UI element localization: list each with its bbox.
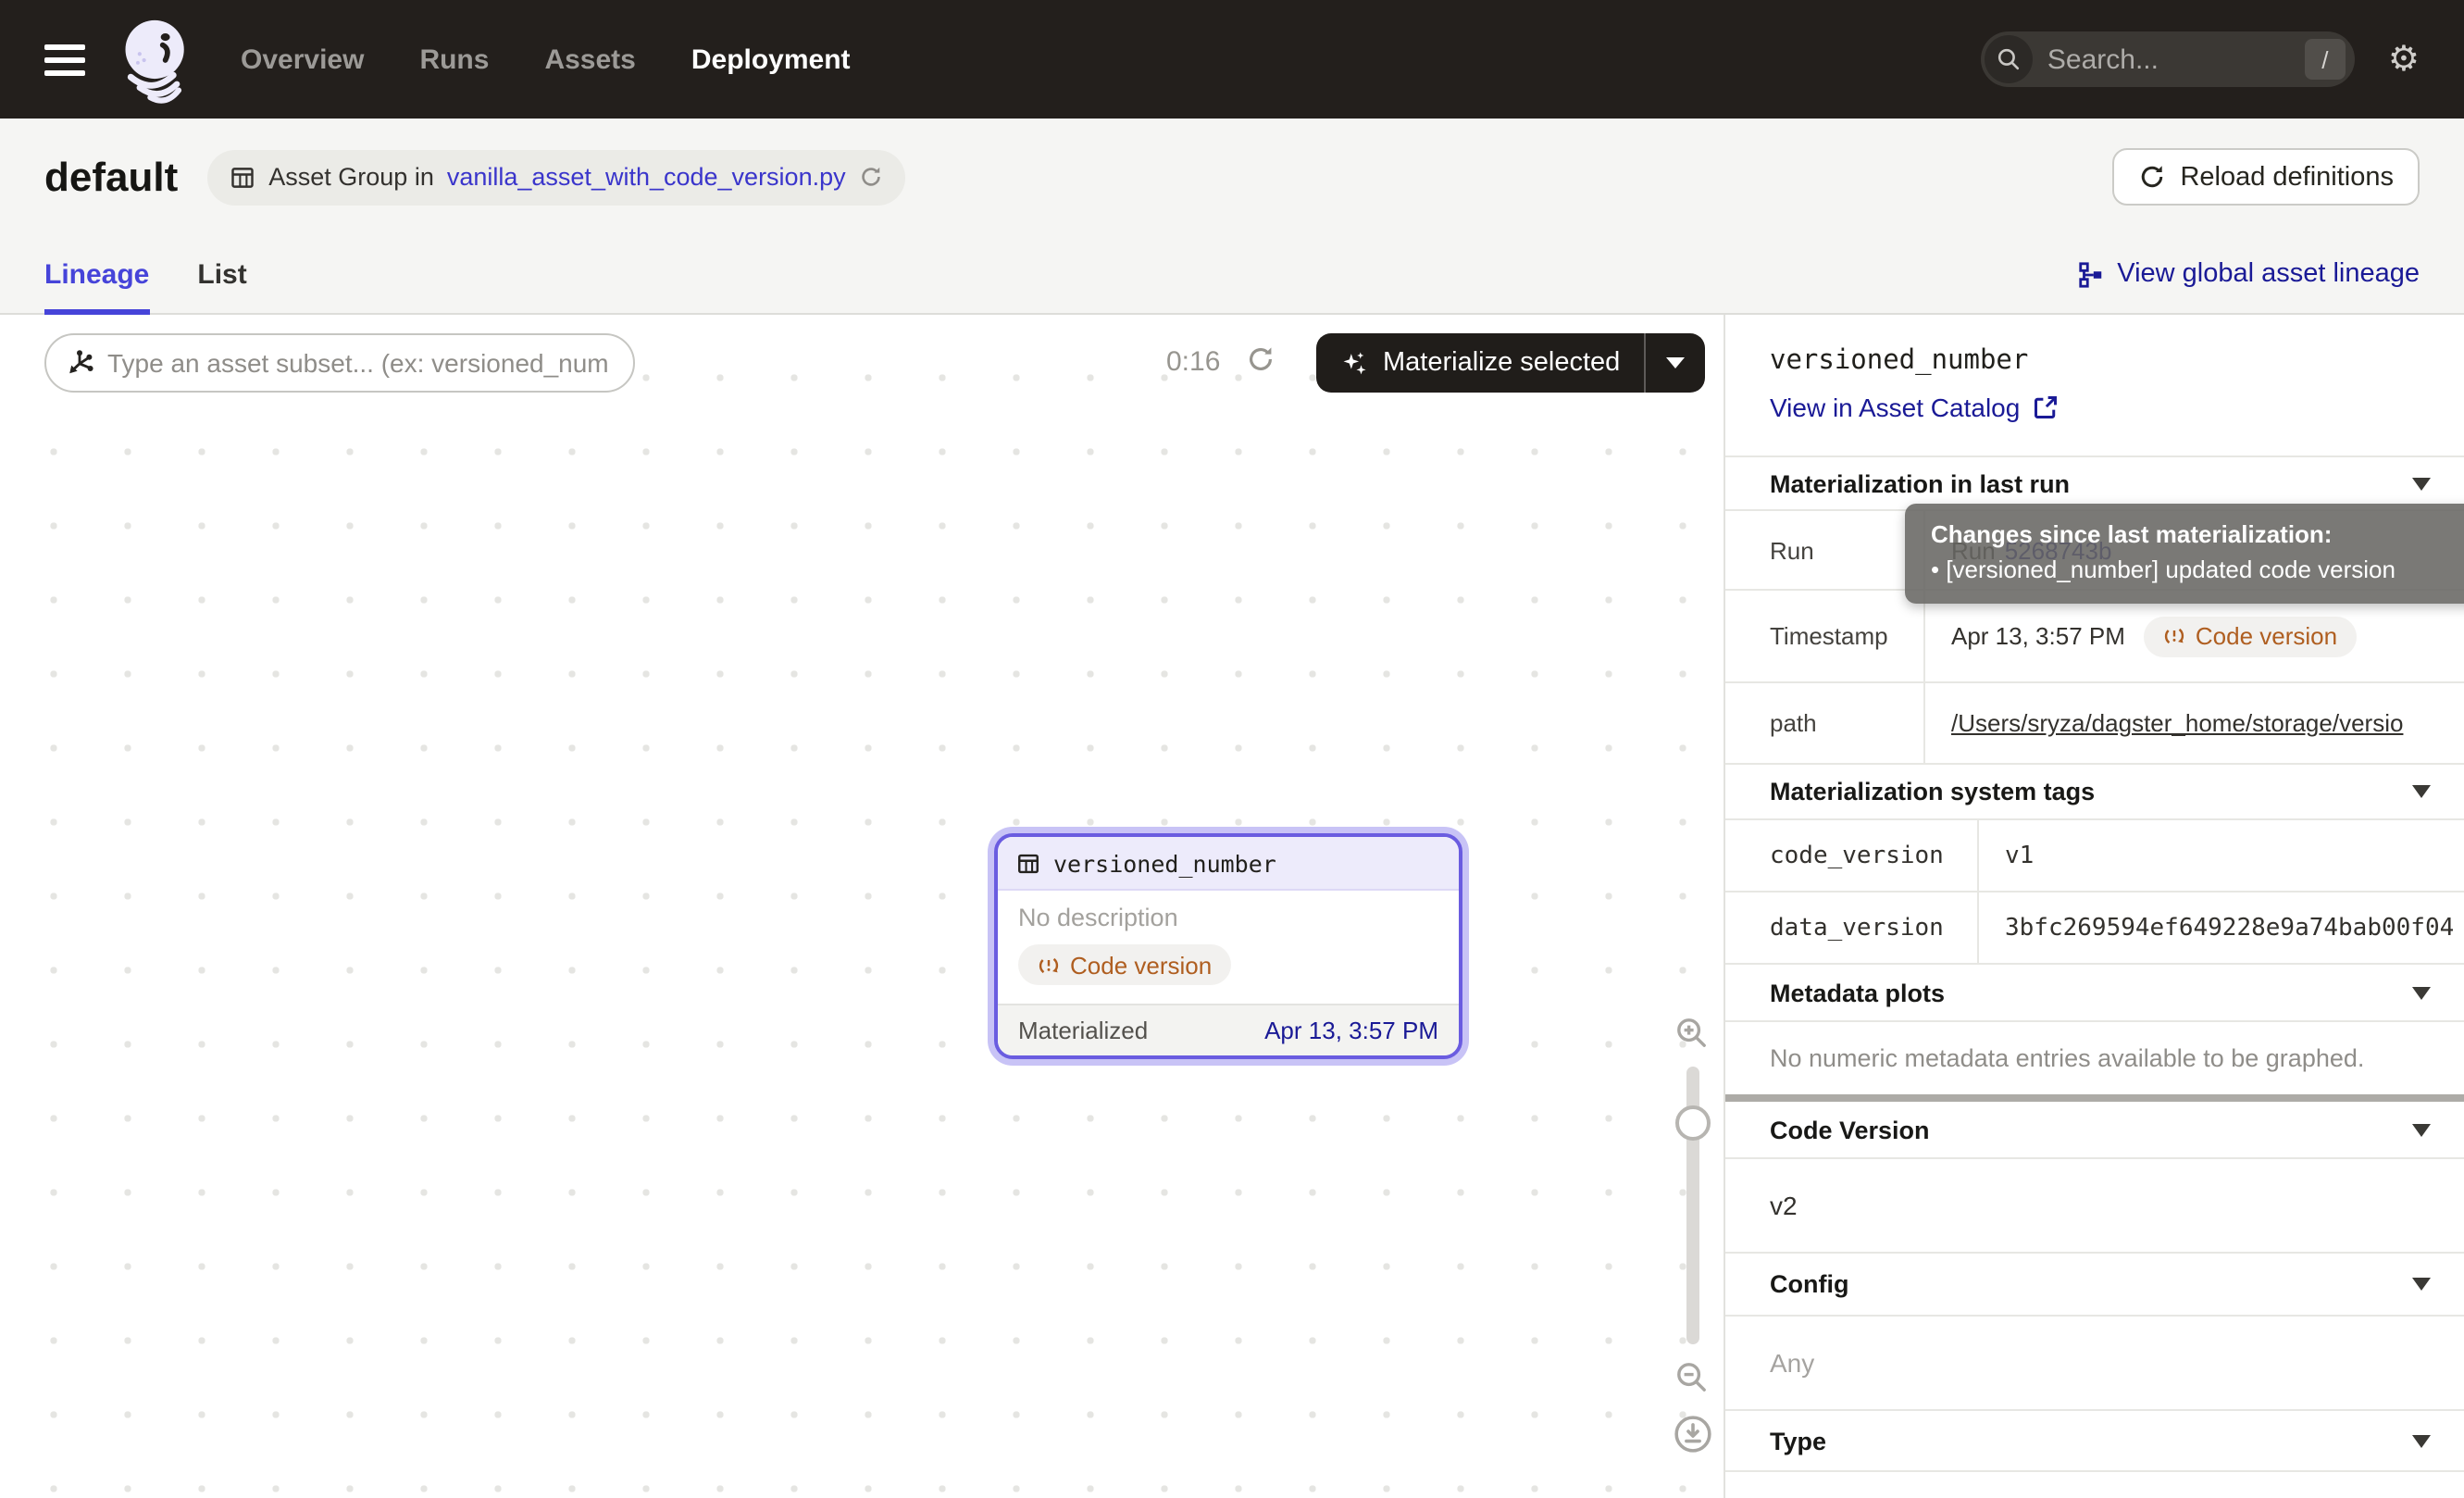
collapse-caret-icon[interactable] (2412, 986, 2431, 999)
search-shortcut-key: / (2305, 39, 2346, 80)
section-code-version[interactable]: Code Version (1725, 1102, 2464, 1159)
asset-node-footer: Materialized Apr 13, 3:57 PM (998, 1003, 1459, 1055)
materialize-selected-button[interactable]: Materialize selected (1316, 333, 1705, 393)
chevron-down-icon (1666, 357, 1685, 368)
tooltip-item: • [versioned_number] updated code versio… (1931, 556, 2464, 583)
refresh-icon[interactable] (859, 165, 883, 189)
app-root: Overview Runs Assets Deployment Search..… (0, 0, 2464, 1498)
code-version-changed-icon (2162, 624, 2186, 648)
materialize-dropdown-button[interactable] (1646, 357, 1705, 368)
nav-links: Overview Runs Assets Deployment (241, 44, 851, 75)
collapse-caret-icon[interactable] (2412, 1434, 2431, 1447)
zoom-in-icon[interactable] (1674, 1015, 1711, 1052)
code-version-badge[interactable]: Code version (2144, 616, 2356, 656)
tab-list[interactable]: List (197, 235, 246, 313)
external-link-icon (2033, 394, 2059, 420)
timestamp-value: Apr 13, 3:57 PM (1951, 622, 2125, 650)
dagster-logo[interactable] (115, 13, 200, 106)
collapse-caret-icon[interactable] (2412, 477, 2431, 490)
zoom-slider[interactable] (1686, 1067, 1699, 1344)
code-version-badge[interactable]: Code version (1018, 944, 1230, 985)
asset-node-description: No description (1018, 904, 1438, 931)
code-version-changed-icon (1037, 953, 1061, 977)
sparkle-icon (1340, 349, 1368, 377)
section-metadata-plots[interactable]: Metadata plots (1725, 965, 2464, 1022)
zoom-controls (1662, 1015, 1722, 1454)
page-title: default (44, 153, 178, 201)
reload-icon (2137, 163, 2165, 191)
asset-group-pill: Asset Group in vanilla_asset_with_code_v… (207, 149, 904, 205)
gear-icon[interactable]: ⚙ (2388, 39, 2420, 80)
row-timestamp: Timestamp Apr 13, 3:57 PM Code version (1725, 591, 2464, 683)
table-grid-icon (230, 164, 255, 190)
section-divider-bar (1725, 1094, 2464, 1102)
section-type[interactable]: Type (1725, 1411, 2464, 1472)
config-value: Any (1725, 1317, 2464, 1411)
section-materialization-system-tags[interactable]: Materialization system tags (1725, 765, 2464, 820)
materialized-time-link[interactable]: Apr 13, 3:57 PM (1264, 1016, 1438, 1043)
refresh-graph-icon[interactable] (1246, 344, 1276, 374)
nav-item-runs[interactable]: Runs (419, 44, 489, 75)
asset-subset-placeholder: Type an asset subset... (ex: versioned_n… (107, 348, 609, 378)
row-data-version-tag: data_version 3bfc269594ef649228e9a74bab0… (1725, 893, 2464, 965)
nav-item-overview[interactable]: Overview (241, 44, 364, 75)
lineage-graph-icon (2076, 260, 2104, 288)
download-graph-icon[interactable] (1673, 1415, 1711, 1454)
reload-definitions-button[interactable]: Reload definitions (2111, 148, 2420, 206)
lineage-graph-canvas[interactable]: Type an asset subset... (ex: versioned_n… (0, 315, 1724, 1498)
nav-item-deployment[interactable]: Deployment (691, 44, 851, 75)
asset-subset-filter-icon (65, 348, 94, 378)
page-header: default Asset Group in vanilla_asset_wit… (0, 119, 2464, 235)
tooltip-title: Changes since last materialization: (1931, 520, 2464, 548)
asset-node-header: versioned_number (998, 837, 1459, 891)
asset-node-versioned-number[interactable]: versioned_number No description Code ver… (994, 833, 1462, 1058)
materialized-status-label: Materialized (1018, 1016, 1148, 1043)
metadata-empty-note: No numeric metadata entries available to… (1725, 1022, 2464, 1094)
asset-subset-input[interactable]: Type an asset subset... (ex: versioned_n… (44, 333, 635, 393)
sidebar-asset-title: versioned_number (1770, 346, 2420, 376)
view-global-asset-lineage-link[interactable]: View global asset lineage (2076, 235, 2420, 313)
changes-tooltip: Changes since last materialization: • [v… (1905, 504, 2464, 604)
section-config[interactable]: Config (1725, 1254, 2464, 1317)
asset-group-label: Asset Group in (268, 163, 434, 191)
row-path: path /Users/sryza/dagster_home/storage/v… (1725, 683, 2464, 765)
collapse-caret-icon[interactable] (2412, 1123, 2431, 1136)
asset-sidebar-panel: versioned_number View in Asset Catalog M… (1724, 315, 2464, 1498)
search-placeholder: Search... (2047, 44, 2305, 75)
top-nav-bar: Overview Runs Assets Deployment Search..… (0, 0, 2464, 119)
table-grid-icon (1016, 851, 1040, 875)
search-icon (1985, 35, 2033, 83)
code-version-value: v2 (1725, 1159, 2464, 1254)
collapse-caret-icon[interactable] (2412, 1278, 2431, 1291)
auto-refresh-timer: 0:16 (1166, 346, 1220, 378)
zoom-out-icon[interactable] (1674, 1359, 1711, 1396)
row-code-version-tag: code_version v1 (1725, 820, 2464, 893)
search-input[interactable]: Search... / (1981, 31, 2355, 87)
zoom-slider-thumb[interactable] (1674, 1105, 1710, 1141)
view-in-asset-catalog-link[interactable]: View in Asset Catalog (1770, 393, 2420, 422)
collapse-caret-icon[interactable] (2412, 785, 2431, 798)
tabs-row: Lineage List View global asset lineage (0, 235, 2464, 315)
asset-node-title: versioned_number (1053, 849, 1276, 877)
path-link[interactable]: /Users/sryza/dagster_home/storage/versio (1951, 709, 2403, 737)
hamburger-menu-icon[interactable] (44, 44, 85, 75)
tab-lineage[interactable]: Lineage (44, 235, 149, 313)
asset-group-file-link[interactable]: vanilla_asset_with_code_version.py (447, 163, 846, 191)
nav-item-assets[interactable]: Assets (544, 44, 635, 75)
